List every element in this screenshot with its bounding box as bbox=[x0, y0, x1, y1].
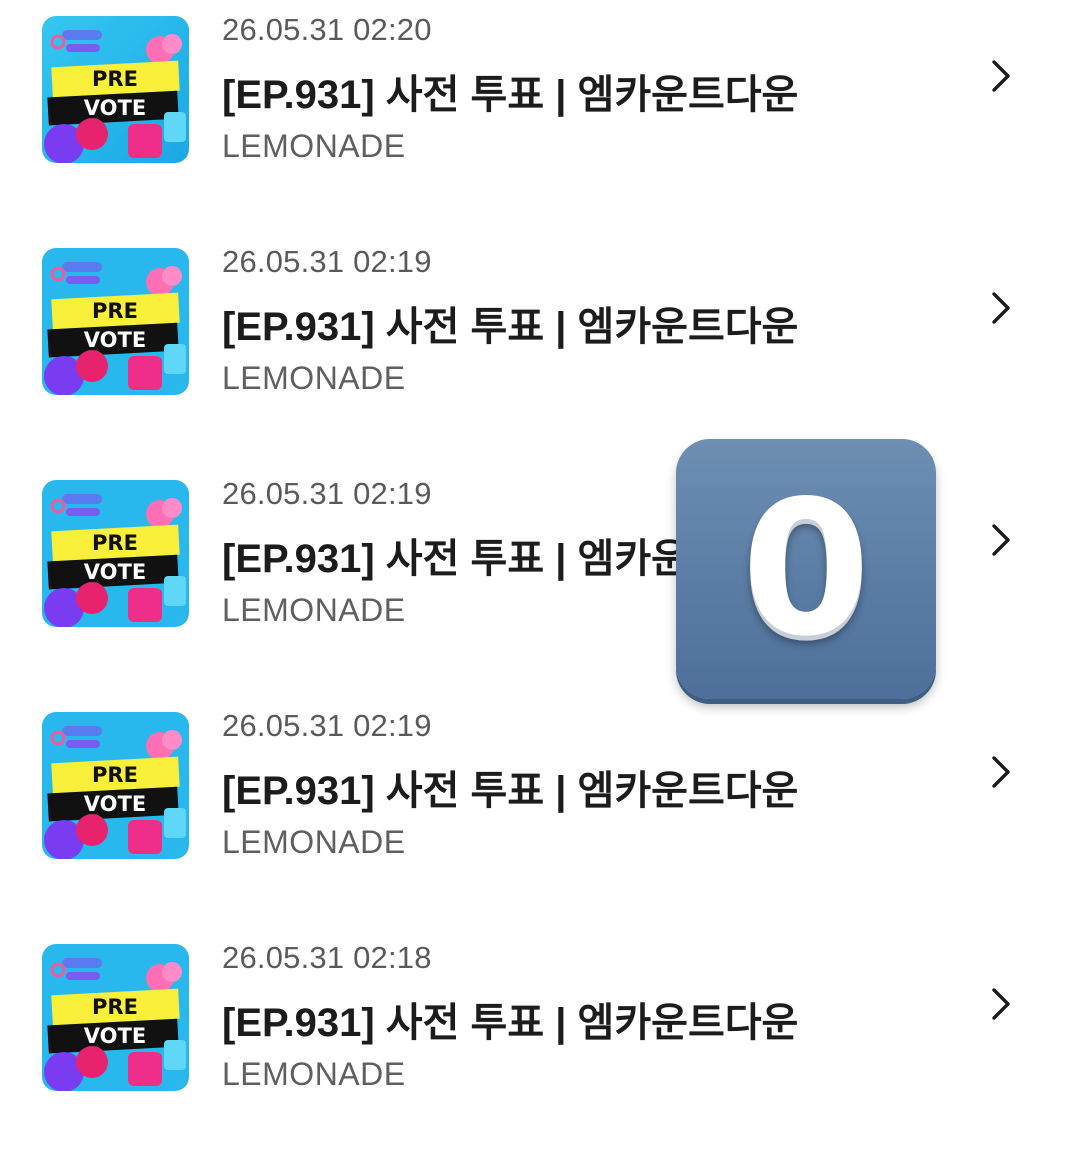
digit-badge-overlay: 0 bbox=[676, 439, 936, 699]
thumb-text-pre: PRE bbox=[92, 67, 138, 91]
pre-vote-thumbnail: PRE VOTE bbox=[42, 248, 189, 395]
item-date: 26.05.31 02:19 bbox=[222, 476, 432, 511]
list-item[interactable]: PRE VOTE 26.05.31 02:20 [EP.931] 사전 투표 |… bbox=[0, 0, 1072, 232]
thumb-text-vote: VOTE bbox=[84, 792, 146, 816]
pre-vote-thumbnail: PRE VOTE bbox=[42, 944, 189, 1091]
list-item[interactable]: PRE VOTE 26.05.31 02:19 [EP.931] 사전 투표 |… bbox=[0, 696, 1072, 928]
chevron-right-icon[interactable] bbox=[988, 288, 1016, 328]
item-date: 26.05.31 02:20 bbox=[222, 12, 432, 47]
item-subtitle: LEMONADE bbox=[222, 592, 406, 628]
chevron-right-icon[interactable] bbox=[988, 520, 1016, 560]
item-title: [EP.931] 사전 투표 | 엠카운트다운 bbox=[222, 1001, 799, 1045]
item-subtitle: LEMONADE bbox=[222, 1056, 406, 1092]
thumb-text-pre: PRE bbox=[92, 531, 138, 555]
item-date: 26.05.31 02:18 bbox=[222, 940, 432, 975]
item-subtitle: LEMONADE bbox=[222, 824, 406, 860]
item-title: [EP.931] 사전 투표 | 엠카운트다운 bbox=[222, 769, 799, 813]
list-item[interactable]: PRE VOTE 26.05.31 02:18 [EP.931] 사전 투표 |… bbox=[0, 928, 1072, 1160]
item-subtitle: LEMONADE bbox=[222, 128, 406, 164]
thumb-text-pre: PRE bbox=[92, 763, 138, 787]
item-title: [EP.931] 사전 투표 | 엠카운트다운 bbox=[222, 73, 799, 117]
thumb-text-vote: VOTE bbox=[84, 328, 146, 352]
chevron-right-icon[interactable] bbox=[988, 984, 1016, 1024]
thumb-text-vote: VOTE bbox=[84, 560, 146, 584]
item-subtitle: LEMONADE bbox=[222, 360, 406, 396]
item-title: [EP.931] 사전 투표 | 엠카운트다운 bbox=[222, 305, 799, 349]
thumb-text-pre: PRE bbox=[92, 299, 138, 323]
item-date: 26.05.31 02:19 bbox=[222, 244, 432, 279]
digit-badge-value: 0 bbox=[741, 460, 871, 677]
chevron-right-icon[interactable] bbox=[988, 752, 1016, 792]
thumb-text-vote: VOTE bbox=[84, 96, 146, 120]
chevron-right-icon[interactable] bbox=[988, 56, 1016, 96]
item-date: 26.05.31 02:19 bbox=[222, 708, 432, 743]
list-item[interactable]: PRE VOTE 26.05.31 02:19 [EP.931] 사전 투표 |… bbox=[0, 232, 1072, 464]
pre-vote-thumbnail: PRE VOTE bbox=[42, 480, 189, 627]
thumb-text-pre: PRE bbox=[92, 995, 138, 1019]
pre-vote-thumbnail: PRE VOTE bbox=[42, 16, 189, 163]
pre-vote-thumbnail: PRE VOTE bbox=[42, 712, 189, 859]
thumb-text-vote: VOTE bbox=[84, 1024, 146, 1048]
